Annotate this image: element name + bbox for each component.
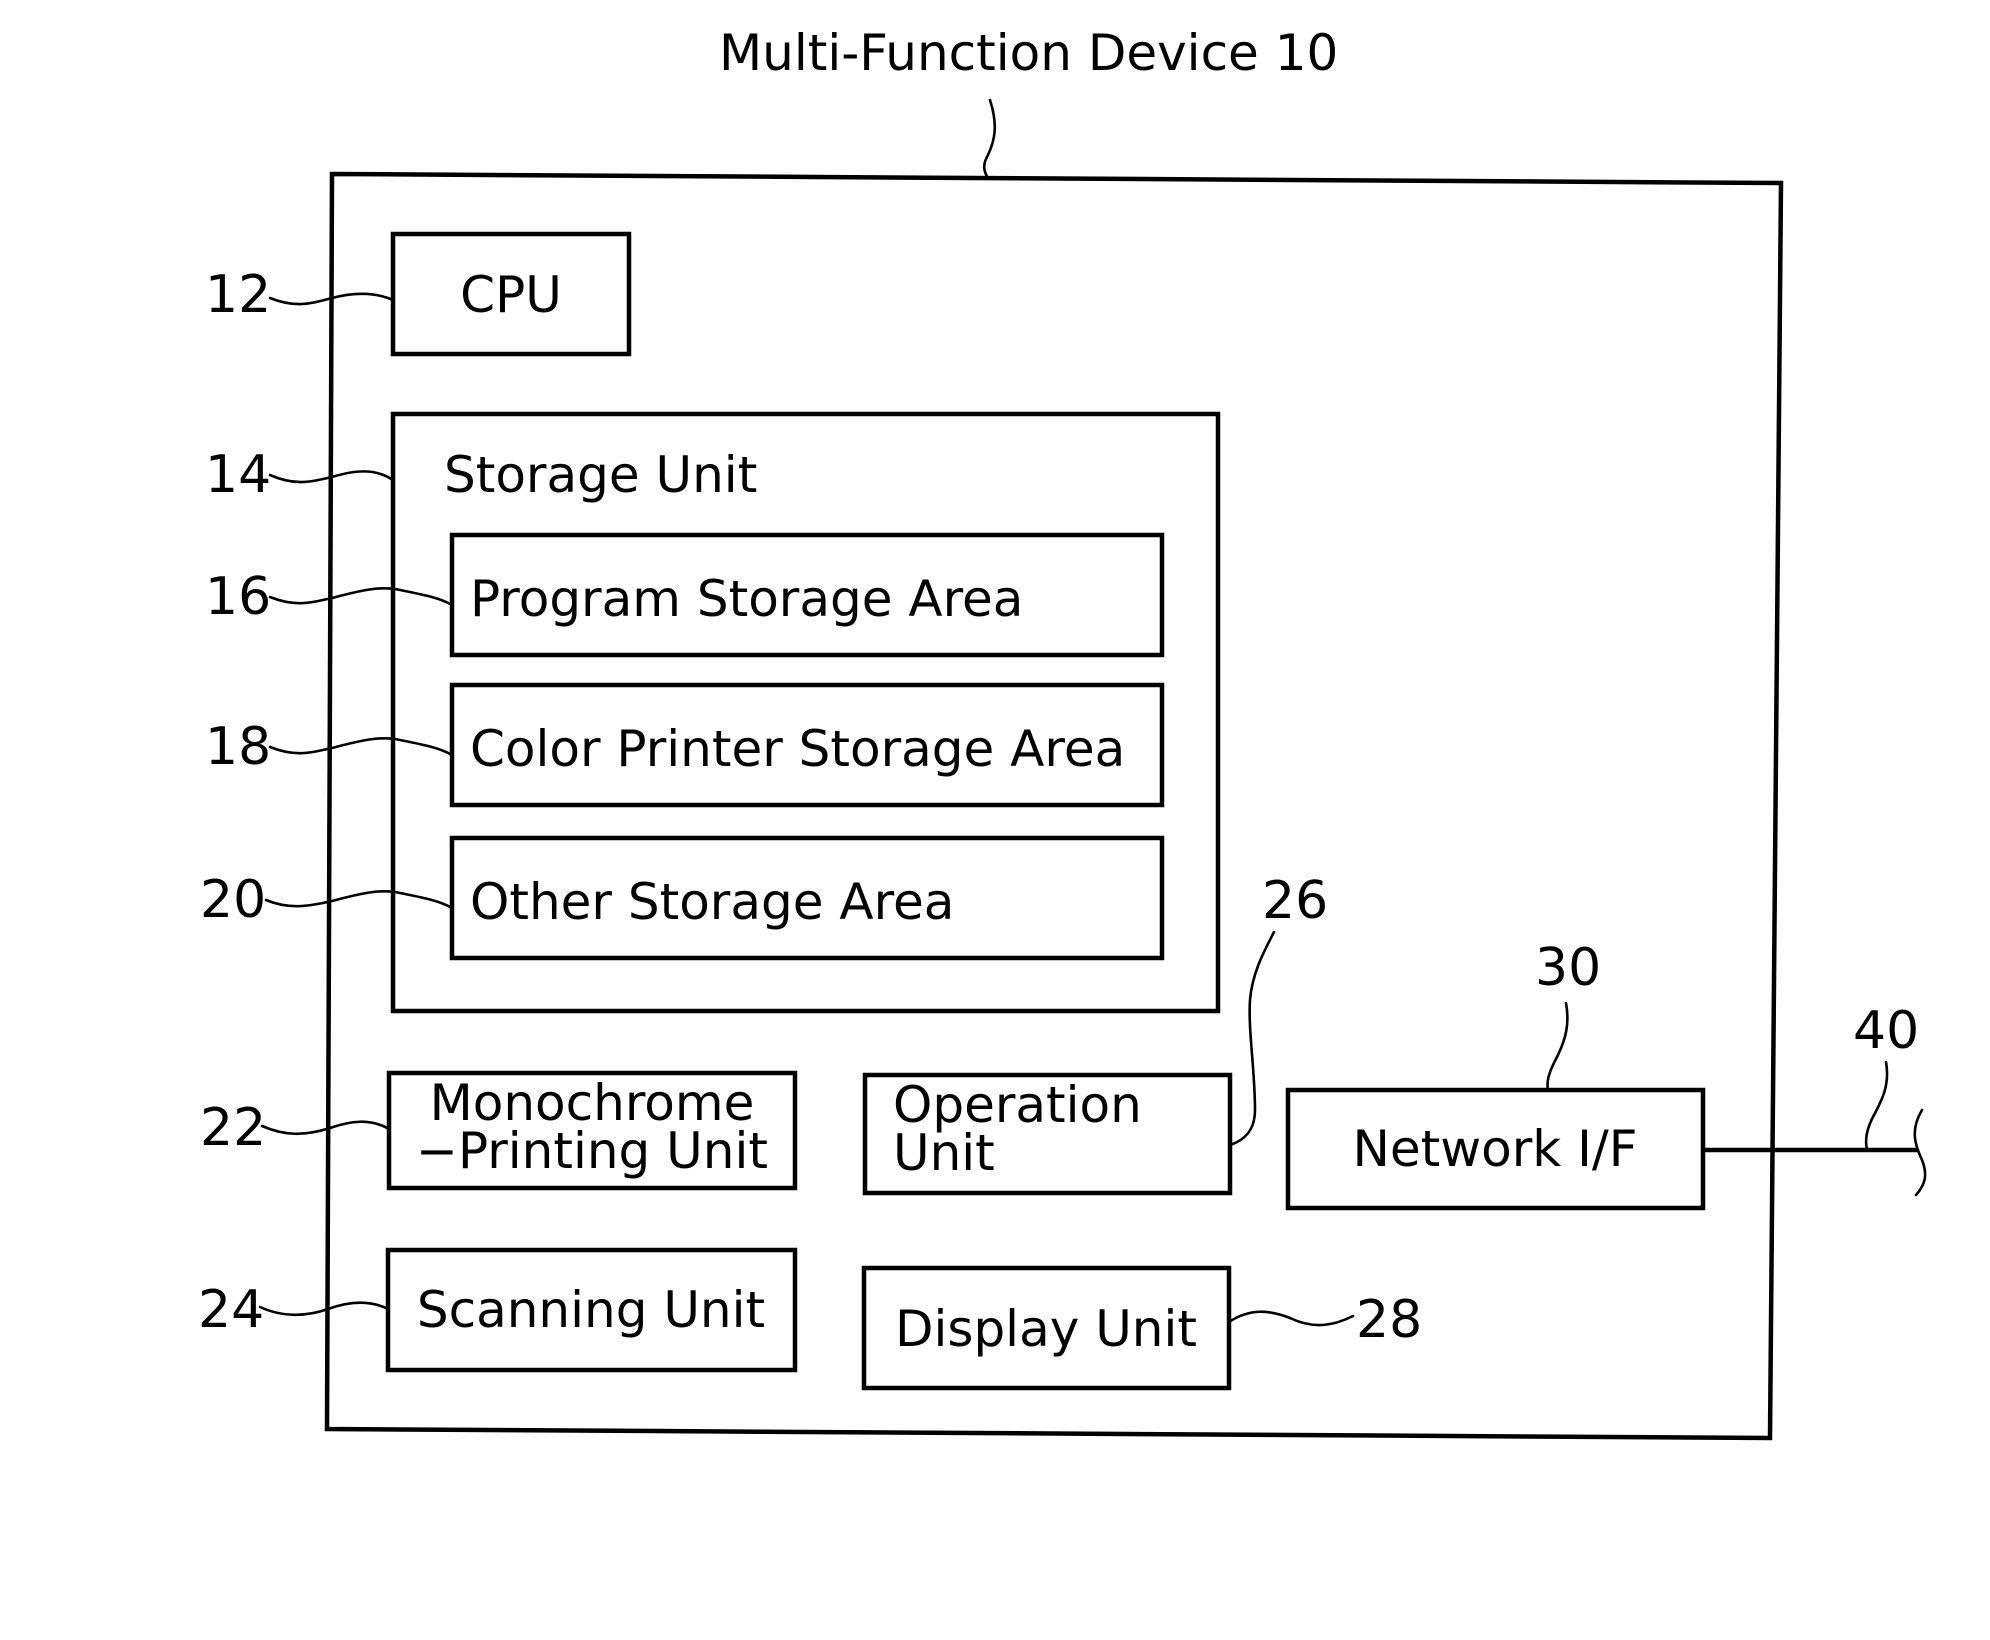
program-storage-area-label: Program Storage Area <box>470 570 1023 628</box>
leader-30 <box>1546 1001 1569 1092</box>
scanning-unit-block: Scanning Unit 24 <box>198 1247 798 1373</box>
leader-28 <box>1227 1310 1355 1327</box>
network-if-block: Network I/F 30 <box>1285 938 1706 1211</box>
ref-20: 20 <box>200 870 266 930</box>
block-diagram: Multi-Function Device 10 CPU 12 Storage … <box>198 24 1927 1441</box>
cpu-block: CPU 12 <box>205 231 632 357</box>
display-unit-label: Display Unit <box>895 1300 1197 1358</box>
leader-40 <box>1864 1060 1889 1152</box>
monochrome-printing-unit-block: Monochrome −Printing Unit 22 <box>200 1070 798 1191</box>
storage-unit-block: Storage Unit 14 Program Storage Area 16 … <box>200 411 1221 1014</box>
ref-16: 16 <box>205 567 271 627</box>
color-printer-storage-area-label: Color Printer Storage Area <box>470 720 1125 778</box>
operation-unit-label-line2: Unit <box>893 1124 995 1182</box>
cpu-label: CPU <box>460 266 562 324</box>
ref-26: 26 <box>1262 871 1328 931</box>
ref-28: 28 <box>1356 1290 1422 1350</box>
ref-24: 24 <box>198 1280 264 1340</box>
title-leader-line <box>982 98 997 180</box>
leader-24 <box>258 1301 390 1317</box>
network-break-mark <box>1913 1108 1927 1197</box>
network-if-label: Network I/F <box>1352 1120 1637 1178</box>
ref-14: 14 <box>205 445 271 505</box>
ref-40: 40 <box>1853 1001 1919 1061</box>
leader-22 <box>260 1120 391 1136</box>
other-storage-area-label: Other Storage Area <box>470 873 954 931</box>
ref-22: 22 <box>200 1098 266 1158</box>
monochrome-printing-unit-label-line2: −Printing Unit <box>416 1122 768 1180</box>
scanning-unit-label: Scanning Unit <box>417 1281 765 1339</box>
ref-12: 12 <box>205 265 271 325</box>
diagram-title: Multi-Function Device 10 <box>719 24 1338 82</box>
leader-26 <box>1228 930 1276 1147</box>
storage-unit-label: Storage Unit <box>444 446 757 504</box>
network-connection: 40 <box>1703 1001 1927 1197</box>
ref-18: 18 <box>205 717 271 777</box>
display-unit-block: Display Unit 28 <box>861 1265 1422 1391</box>
ref-30: 30 <box>1535 938 1601 998</box>
